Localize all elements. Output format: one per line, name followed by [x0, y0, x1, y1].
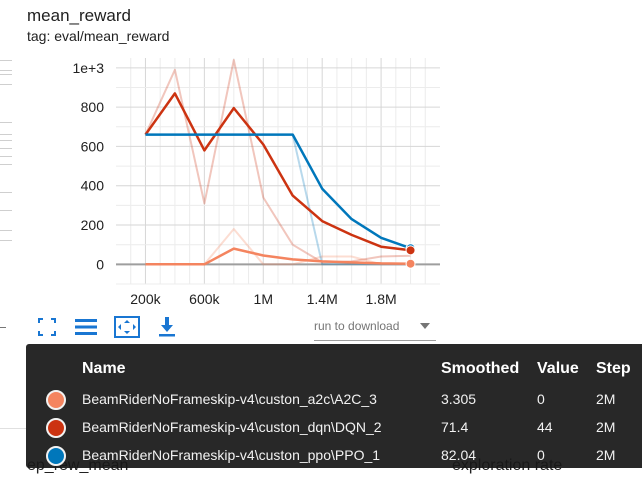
line-chart[interactable]: 0 200 400 600 800 1e+3 200k 600k 1M 1.4M 1.8M — [0, 0, 642, 320]
expand-icon[interactable] — [114, 316, 140, 338]
tooltip-step: 2M — [596, 419, 616, 435]
x-tick-label: 1.4M — [307, 291, 338, 307]
chevron-down-icon — [420, 323, 430, 329]
tooltip-run-name: BeamRiderNoFrameskip-v4\custon_dqn\DQN_2 — [82, 419, 382, 435]
y-tick-label: 600 — [81, 138, 105, 154]
series-color-dot — [46, 418, 66, 438]
series-endpoint-marker — [405, 258, 416, 269]
tooltip-row: BeamRiderNoFrameskip-v4\custon_a2c\A2C_3… — [26, 388, 642, 414]
tooltip-value: 0 — [537, 447, 545, 463]
x-tick-label: 1M — [254, 291, 273, 307]
tooltip-smoothed: 71.4 — [441, 419, 469, 435]
tooltip-smoothed: 3.305 — [441, 391, 477, 407]
tooltip-run-name: BeamRiderNoFrameskip-v4\custon_ppo\PPO_1 — [82, 447, 381, 463]
y-tick-label: 0 — [96, 256, 104, 272]
series-endpoint-marker — [405, 245, 416, 256]
series-color-dot — [46, 446, 66, 466]
tooltip-header-value: Value — [537, 360, 579, 377]
download-icon[interactable] — [158, 316, 176, 338]
tooltip-header-step: Step — [596, 360, 631, 377]
divider — [0, 428, 26, 429]
tooltip-value: 44 — [537, 419, 553, 435]
tooltip-header-name: Name — [82, 360, 126, 377]
tooltip-row: BeamRiderNoFrameskip-v4\custon_ppo\PPO_1… — [26, 444, 642, 470]
series-color-dot — [46, 390, 66, 410]
collapse-marker — [0, 327, 6, 328]
y-tick-label: 1e+3 — [72, 60, 104, 76]
run-download-label: run to download — [314, 319, 400, 333]
run-download-select[interactable]: run to download — [314, 318, 436, 341]
x-tick-label: 600k — [189, 291, 220, 307]
chart-tooltip: Name Smoothed Value Step BeamRiderNoFram… — [26, 344, 642, 468]
tooltip-run-name: BeamRiderNoFrameskip-v4\custon_a2c\A2C_3 — [82, 391, 377, 407]
tooltip-row: BeamRiderNoFrameskip-v4\custon_dqn\DQN_2… — [26, 416, 642, 442]
y-tick-label: 800 — [81, 99, 105, 115]
y-tick-label: 400 — [81, 178, 105, 194]
tooltip-header-smoothed: Smoothed — [441, 360, 520, 377]
tooltip-value: 0 — [537, 391, 545, 407]
fit-domain-icon[interactable] — [38, 318, 56, 336]
x-tick-label: 1.8M — [366, 291, 397, 307]
tooltip-smoothed: 82.04 — [441, 447, 477, 463]
x-tick-label: 200k — [130, 291, 161, 307]
y-tick-label: 200 — [81, 217, 105, 233]
tooltip-step: 2M — [596, 391, 616, 407]
data-table-icon[interactable] — [75, 318, 97, 336]
tooltip-step: 2M — [596, 447, 616, 463]
